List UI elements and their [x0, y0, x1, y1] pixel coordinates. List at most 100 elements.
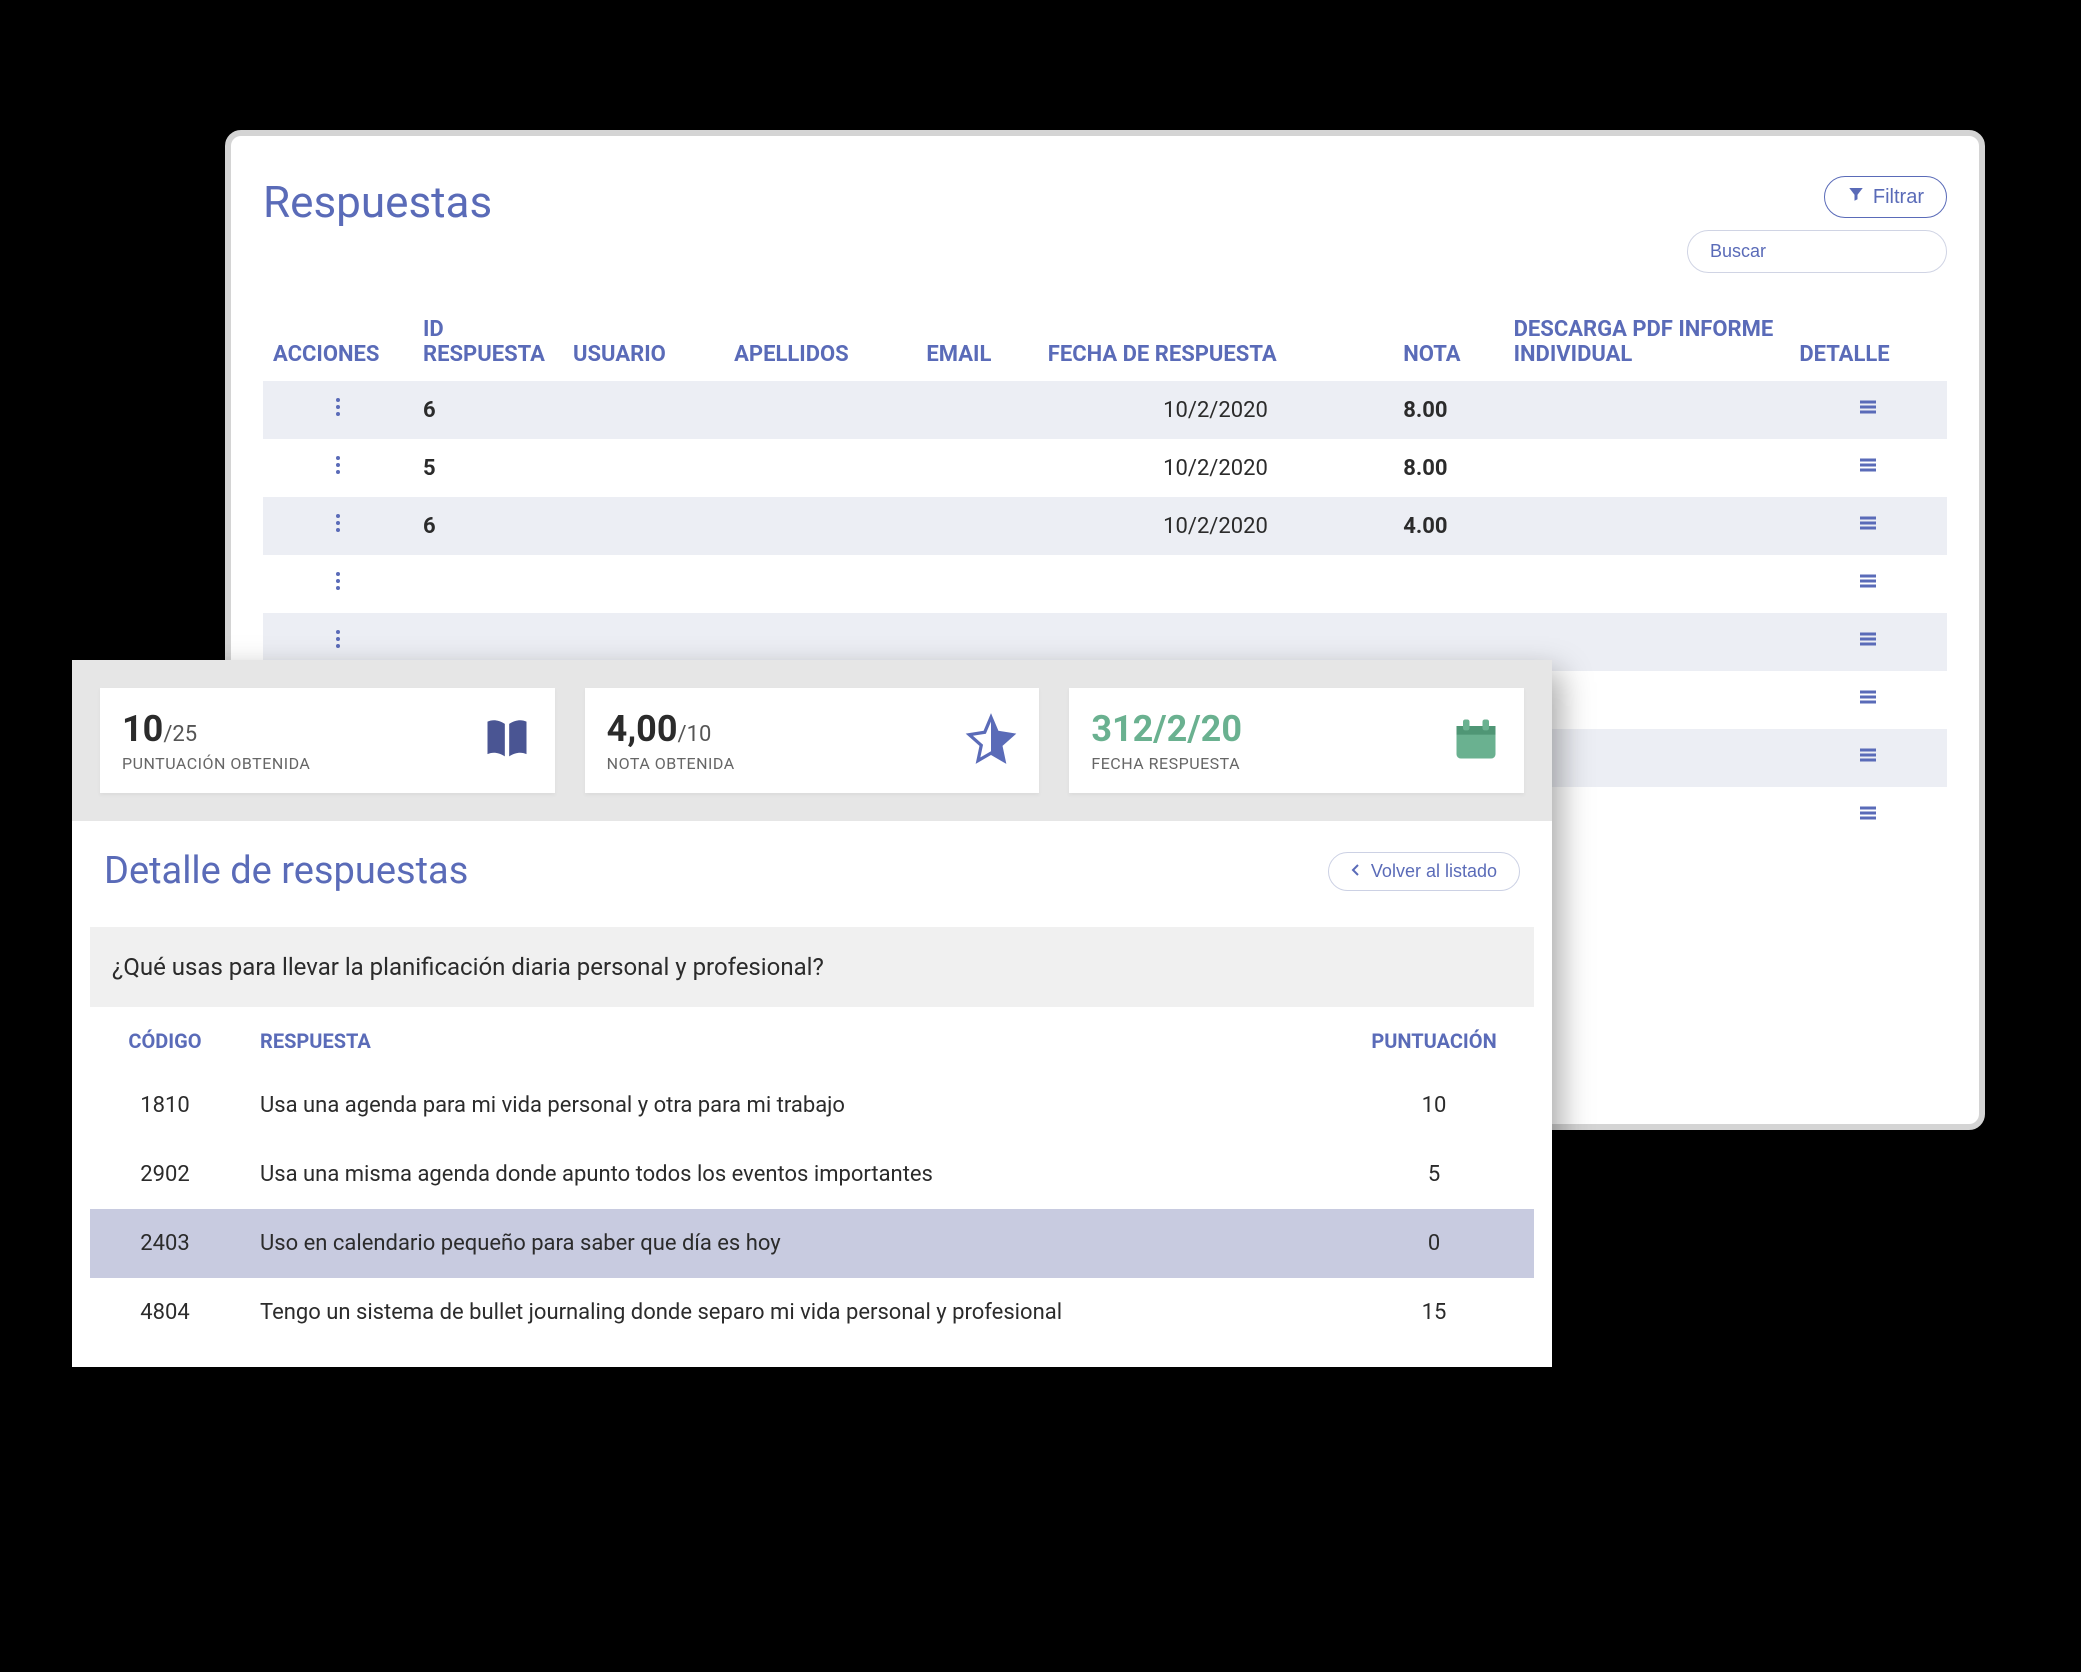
cell-descarga: [1504, 497, 1790, 555]
detail-table: CÓDIGO RESPUESTA PUNTUACIÓN 1810Usa una …: [90, 1007, 1534, 1347]
score-label: FECHA RESPUESTA: [1091, 754, 1242, 773]
table-row: 4804Tengo un sistema de bullet journalin…: [90, 1278, 1534, 1347]
cell-id: 6: [413, 381, 563, 439]
cell-id: 5: [413, 439, 563, 497]
cell-id: 6: [413, 497, 563, 555]
cell-codigo: 4804: [90, 1278, 240, 1347]
cell-apellidos: [724, 555, 916, 613]
cell-nota: 8.00: [1393, 439, 1503, 497]
col-detalle: DETALLE: [1789, 303, 1947, 381]
cell-nota: 8.00: [1393, 381, 1503, 439]
detail-icon[interactable]: [1856, 453, 1880, 483]
score-card-puntuacion: 10/25 PUNTUACIÓN OBTENIDA: [100, 688, 555, 793]
col-fecha: FECHA DE RESPUESTA: [1038, 303, 1393, 381]
col-respuesta: RESPUESTA: [240, 1007, 1334, 1071]
col-email: EMAIL: [916, 303, 1037, 381]
cell-fecha: [1038, 555, 1393, 613]
cell-email: [916, 381, 1037, 439]
cell-puntuacion: 10: [1334, 1071, 1534, 1140]
cell-puntuacion: 0: [1334, 1209, 1534, 1278]
score-main: 4,00: [607, 708, 678, 750]
score-card-nota: 4,00/10 NOTA OBTENIDA: [585, 688, 1040, 793]
cell-descarga: [1504, 555, 1790, 613]
cell-fecha: 10/2/2020: [1038, 497, 1393, 555]
col-nota: NOTA: [1393, 303, 1503, 381]
cell-email: [916, 497, 1037, 555]
more-icon[interactable]: [326, 395, 350, 425]
chevron-left-icon: [1351, 861, 1361, 882]
cell-puntuacion: 5: [1334, 1140, 1534, 1209]
star-icon: [965, 713, 1017, 769]
cell-apellidos: [724, 439, 916, 497]
detail-icon[interactable]: [1856, 511, 1880, 541]
table-row: [263, 555, 1947, 613]
col-id: ID RESPUESTA: [413, 303, 563, 381]
cell-usuario: [563, 381, 724, 439]
cell-descarga: [1504, 439, 1790, 497]
score-card-fecha: 312/2/20 FECHA RESPUESTA: [1069, 688, 1524, 793]
filter-icon: [1847, 185, 1865, 209]
table-row: 6 10/2/20204.00: [263, 497, 1947, 555]
score-label: PUNTUACIÓN OBTENIDA: [122, 754, 310, 773]
cell-codigo: 2902: [90, 1140, 240, 1209]
header-controls: Filtrar: [1687, 176, 1947, 273]
responses-header: Respuestas Filtrar: [263, 176, 1947, 273]
col-codigo: CÓDIGO: [90, 1007, 240, 1071]
score-main: 10: [122, 708, 163, 750]
table-row: 1810Usa una agenda para mi vida personal…: [90, 1071, 1534, 1140]
cell-codigo: 2403: [90, 1209, 240, 1278]
more-icon[interactable]: [326, 453, 350, 483]
cell-usuario: [563, 439, 724, 497]
back-to-list-button[interactable]: Volver al listado: [1328, 852, 1520, 891]
detail-icon[interactable]: [1856, 627, 1880, 657]
cell-codigo: 1810: [90, 1071, 240, 1140]
detail-icon[interactable]: [1856, 743, 1880, 773]
cell-nota: [1393, 555, 1503, 613]
more-icon[interactable]: [326, 627, 350, 657]
table-row: 2902Usa una misma agenda donde apunto to…: [90, 1140, 1534, 1209]
back-to-list-label: Volver al listado: [1371, 861, 1497, 882]
score-bar: 10/25 PUNTUACIÓN OBTENIDA 4,00/10 NOTA O…: [72, 660, 1552, 821]
cell-id: [413, 555, 563, 613]
cell-fecha: 10/2/2020: [1038, 381, 1393, 439]
book-icon: [481, 713, 533, 769]
detail-title: Detalle de respuestas: [104, 849, 468, 893]
cell-fecha: 10/2/2020: [1038, 439, 1393, 497]
cell-respuesta: Tengo un sistema de bullet journaling do…: [240, 1278, 1334, 1347]
cell-usuario: [563, 555, 724, 613]
detail-icon[interactable]: [1856, 801, 1880, 831]
page-title: Respuestas: [263, 176, 492, 228]
col-descarga: DESCARGA PDF INFORME INDIVIDUAL: [1504, 303, 1790, 381]
cell-descarga: [1504, 381, 1790, 439]
cell-email: [916, 439, 1037, 497]
search-input[interactable]: [1687, 230, 1947, 273]
table-row: 6 10/2/20208.00: [263, 381, 1947, 439]
cell-puntuacion: 15: [1334, 1278, 1534, 1347]
cell-usuario: [563, 497, 724, 555]
detail-header: Detalle de respuestas Volver al listado: [72, 821, 1552, 903]
table-row: 2403Uso en calendario pequeño para saber…: [90, 1209, 1534, 1278]
detail-icon[interactable]: [1856, 569, 1880, 599]
score-sub: /10: [678, 722, 712, 747]
more-icon[interactable]: [326, 511, 350, 541]
detail-icon[interactable]: [1856, 685, 1880, 715]
score-sub: /25: [163, 722, 197, 747]
cell-apellidos: [724, 497, 916, 555]
cell-email: [916, 555, 1037, 613]
col-puntuacion: PUNTUACIÓN: [1334, 1007, 1534, 1071]
question-text: ¿Qué usas para llevar la planificación d…: [90, 927, 1534, 1007]
score-main: 312/2/20: [1091, 708, 1242, 750]
more-icon[interactable]: [326, 569, 350, 599]
detail-icon[interactable]: [1856, 395, 1880, 425]
cell-nota: 4.00: [1393, 497, 1503, 555]
cell-respuesta: Uso en calendario pequeño para saber que…: [240, 1209, 1334, 1278]
table-row: 5 10/2/20208.00: [263, 439, 1947, 497]
score-label: NOTA OBTENIDA: [607, 754, 735, 773]
filter-button[interactable]: Filtrar: [1824, 176, 1947, 218]
cell-apellidos: [724, 381, 916, 439]
col-usuario: USUARIO: [563, 303, 724, 381]
col-apellidos: APELLIDOS: [724, 303, 916, 381]
filter-button-label: Filtrar: [1873, 186, 1924, 209]
cell-respuesta: Usa una agenda para mi vida personal y o…: [240, 1071, 1334, 1140]
col-acciones: ACCIONES: [263, 303, 413, 381]
